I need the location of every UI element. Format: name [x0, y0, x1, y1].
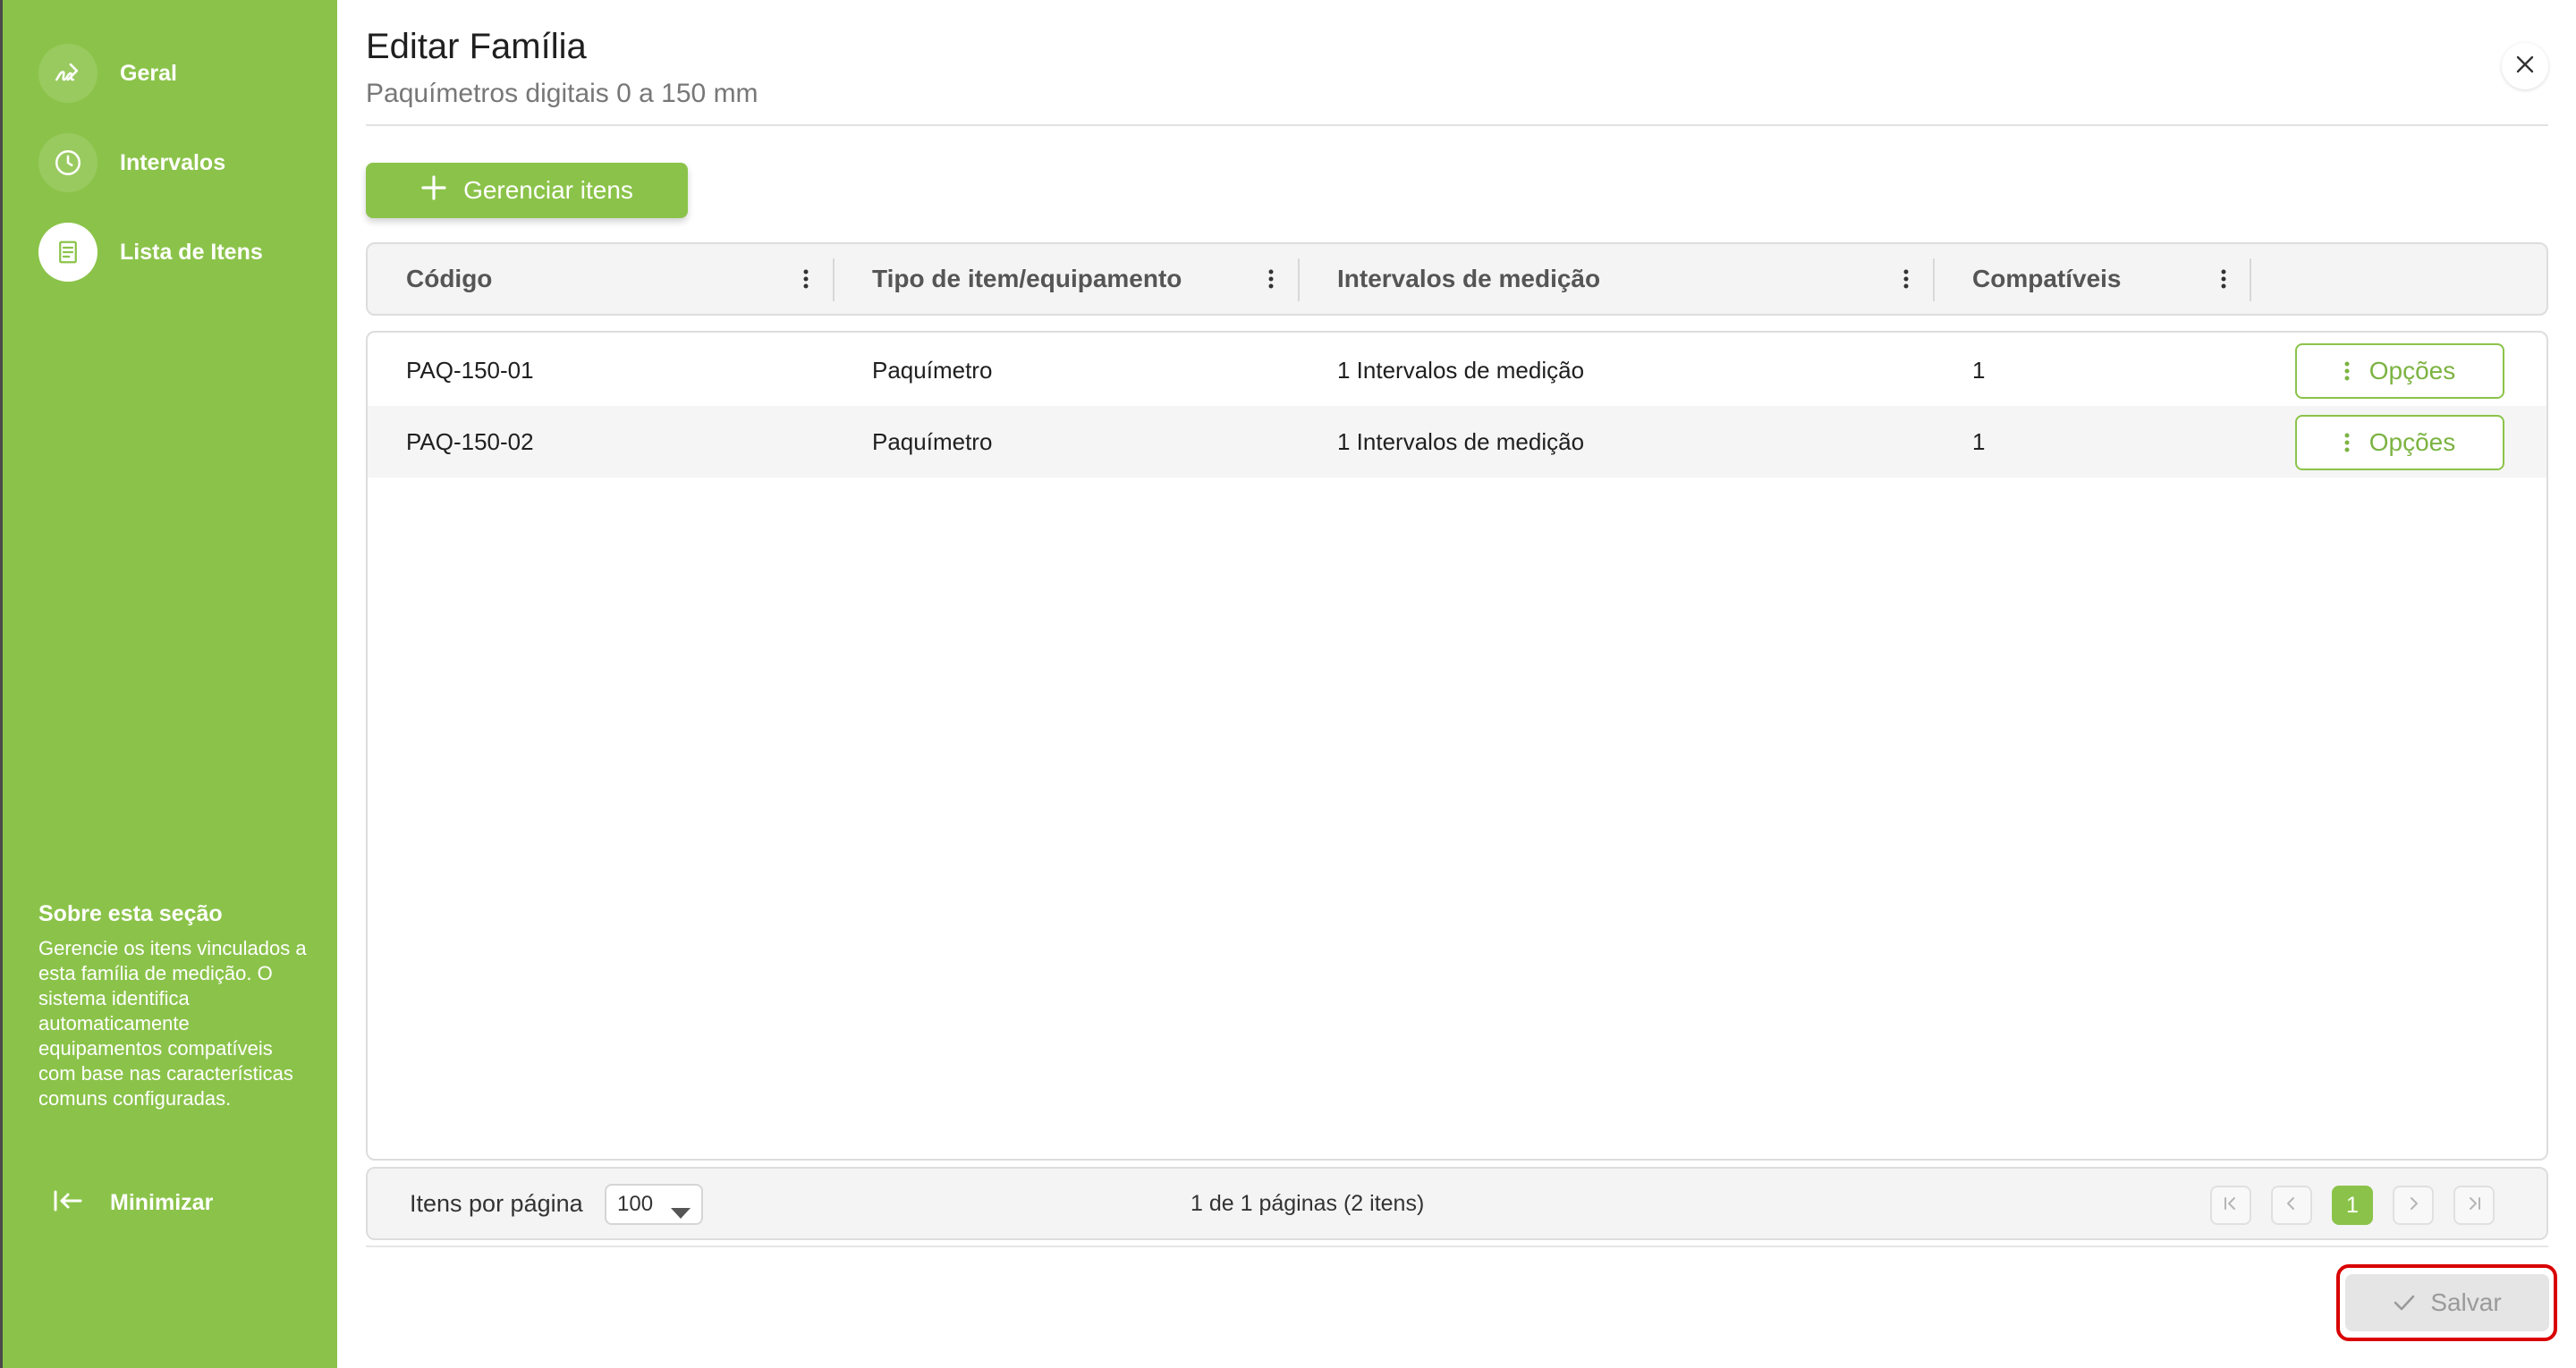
first-page-button[interactable] [2210, 1186, 2251, 1225]
per-page-label: Itens por página [410, 1189, 583, 1217]
cell-intervalos: 1 Intervalos de medição [1337, 427, 1585, 455]
sidebar-item-intervalos[interactable]: Intervalos [38, 131, 225, 194]
about-text: Gerencie os itens vinculados a esta famí… [38, 937, 307, 1110]
options-button[interactable]: Opções [2295, 415, 2504, 470]
list-icon [38, 223, 97, 282]
about-section: Sobre esta seção Gerencie os itens vincu… [38, 901, 307, 1111]
sidebar-item-lista-de-itens[interactable]: Lista de Itens [38, 221, 263, 283]
page-info: 1 de 1 páginas (2 itens) [1191, 1190, 1425, 1216]
options-button[interactable]: Opções [2295, 343, 2504, 399]
cell-compativeis: 1 [1972, 356, 1986, 384]
table-body: PAQ-150-01 Paquímetro 1 Intervalos de me… [366, 331, 2548, 1161]
cell-compativeis: 1 [1972, 427, 1986, 455]
chevron-right-icon [2405, 1195, 2421, 1216]
sidebar-item-label: Geral [120, 60, 177, 86]
about-title: Sobre esta seção [38, 901, 223, 926]
column-menu-icon[interactable] [2206, 260, 2241, 298]
check-icon [2393, 1294, 2416, 1312]
column-menu-icon[interactable] [788, 260, 824, 298]
options-label: Opções [2368, 428, 2456, 456]
column-divider [833, 258, 835, 301]
table-row[interactable]: PAQ-150-01 Paquímetro 1 Intervalos de me… [368, 334, 2546, 406]
column-menu-icon[interactable] [1253, 260, 1289, 298]
plus-icon [420, 174, 447, 207]
header-divider [366, 124, 2548, 126]
table-row[interactable]: PAQ-150-02 Paquímetro 1 Intervalos de me… [368, 406, 2546, 477]
options-label: Opções [2368, 357, 2456, 384]
sidebar: Geral Intervalos Lista de Itens Sobre es… [0, 0, 337, 1368]
column-header-intervalos[interactable]: Intervalos de medição [1337, 244, 1600, 314]
cell-codigo: PAQ-150-01 [406, 356, 534, 384]
column-divider [1933, 258, 1935, 301]
more-vertical-icon [2344, 433, 2350, 452]
sidebar-item-label: Intervalos [120, 149, 226, 175]
close-icon [2514, 54, 2536, 80]
page-title: Editar Família [366, 27, 587, 66]
column-header-compativeis[interactable]: Compatíveis [1972, 244, 2122, 314]
per-page-select[interactable]: 100 [605, 1184, 703, 1225]
chevron-down-icon [671, 1200, 691, 1225]
last-page-icon [2466, 1195, 2482, 1216]
clock-icon [38, 133, 97, 192]
first-page-icon [2223, 1195, 2239, 1216]
last-page-button[interactable] [2453, 1186, 2495, 1225]
collapse-left-icon [53, 1189, 83, 1217]
manage-items-label: Gerenciar itens [463, 176, 633, 204]
cell-codigo: PAQ-150-02 [406, 427, 534, 455]
save-label: Salvar [2430, 1288, 2502, 1316]
next-page-button[interactable] [2393, 1186, 2434, 1225]
per-page-value: 100 [617, 1192, 654, 1216]
more-vertical-icon [2344, 361, 2350, 381]
chevron-left-icon [2284, 1195, 2300, 1216]
column-divider [1298, 258, 1300, 301]
column-divider [2250, 258, 2251, 301]
footer-divider [366, 1246, 2548, 1247]
close-button[interactable] [2502, 43, 2548, 89]
cell-tipo: Paquímetro [872, 427, 993, 455]
sidebar-item-label: Lista de Itens [120, 239, 263, 265]
minimize-button[interactable]: Minimizar [53, 1189, 213, 1217]
cell-tipo: Paquímetro [872, 356, 993, 384]
column-header-codigo[interactable]: Código [406, 244, 492, 314]
pagination-bar: Itens por página 100 1 de 1 páginas (2 i… [366, 1167, 2548, 1240]
signature-icon [38, 44, 97, 103]
manage-items-button[interactable]: Gerenciar itens [366, 163, 688, 218]
column-header-tipo[interactable]: Tipo de item/equipamento [872, 244, 1182, 314]
save-button[interactable]: Salvar [2345, 1274, 2549, 1331]
page-subtitle: Paquímetros digitais 0 a 150 mm [366, 79, 758, 108]
prev-page-button[interactable] [2271, 1186, 2312, 1225]
sidebar-item-geral[interactable]: Geral [38, 42, 177, 105]
page-button-current[interactable]: 1 [2332, 1186, 2373, 1225]
table-header: Código Tipo de item/equipamento Interval… [366, 242, 2548, 316]
cell-intervalos: 1 Intervalos de medição [1337, 356, 1585, 384]
minimize-label: Minimizar [110, 1190, 214, 1215]
column-menu-icon[interactable] [1888, 260, 1924, 298]
